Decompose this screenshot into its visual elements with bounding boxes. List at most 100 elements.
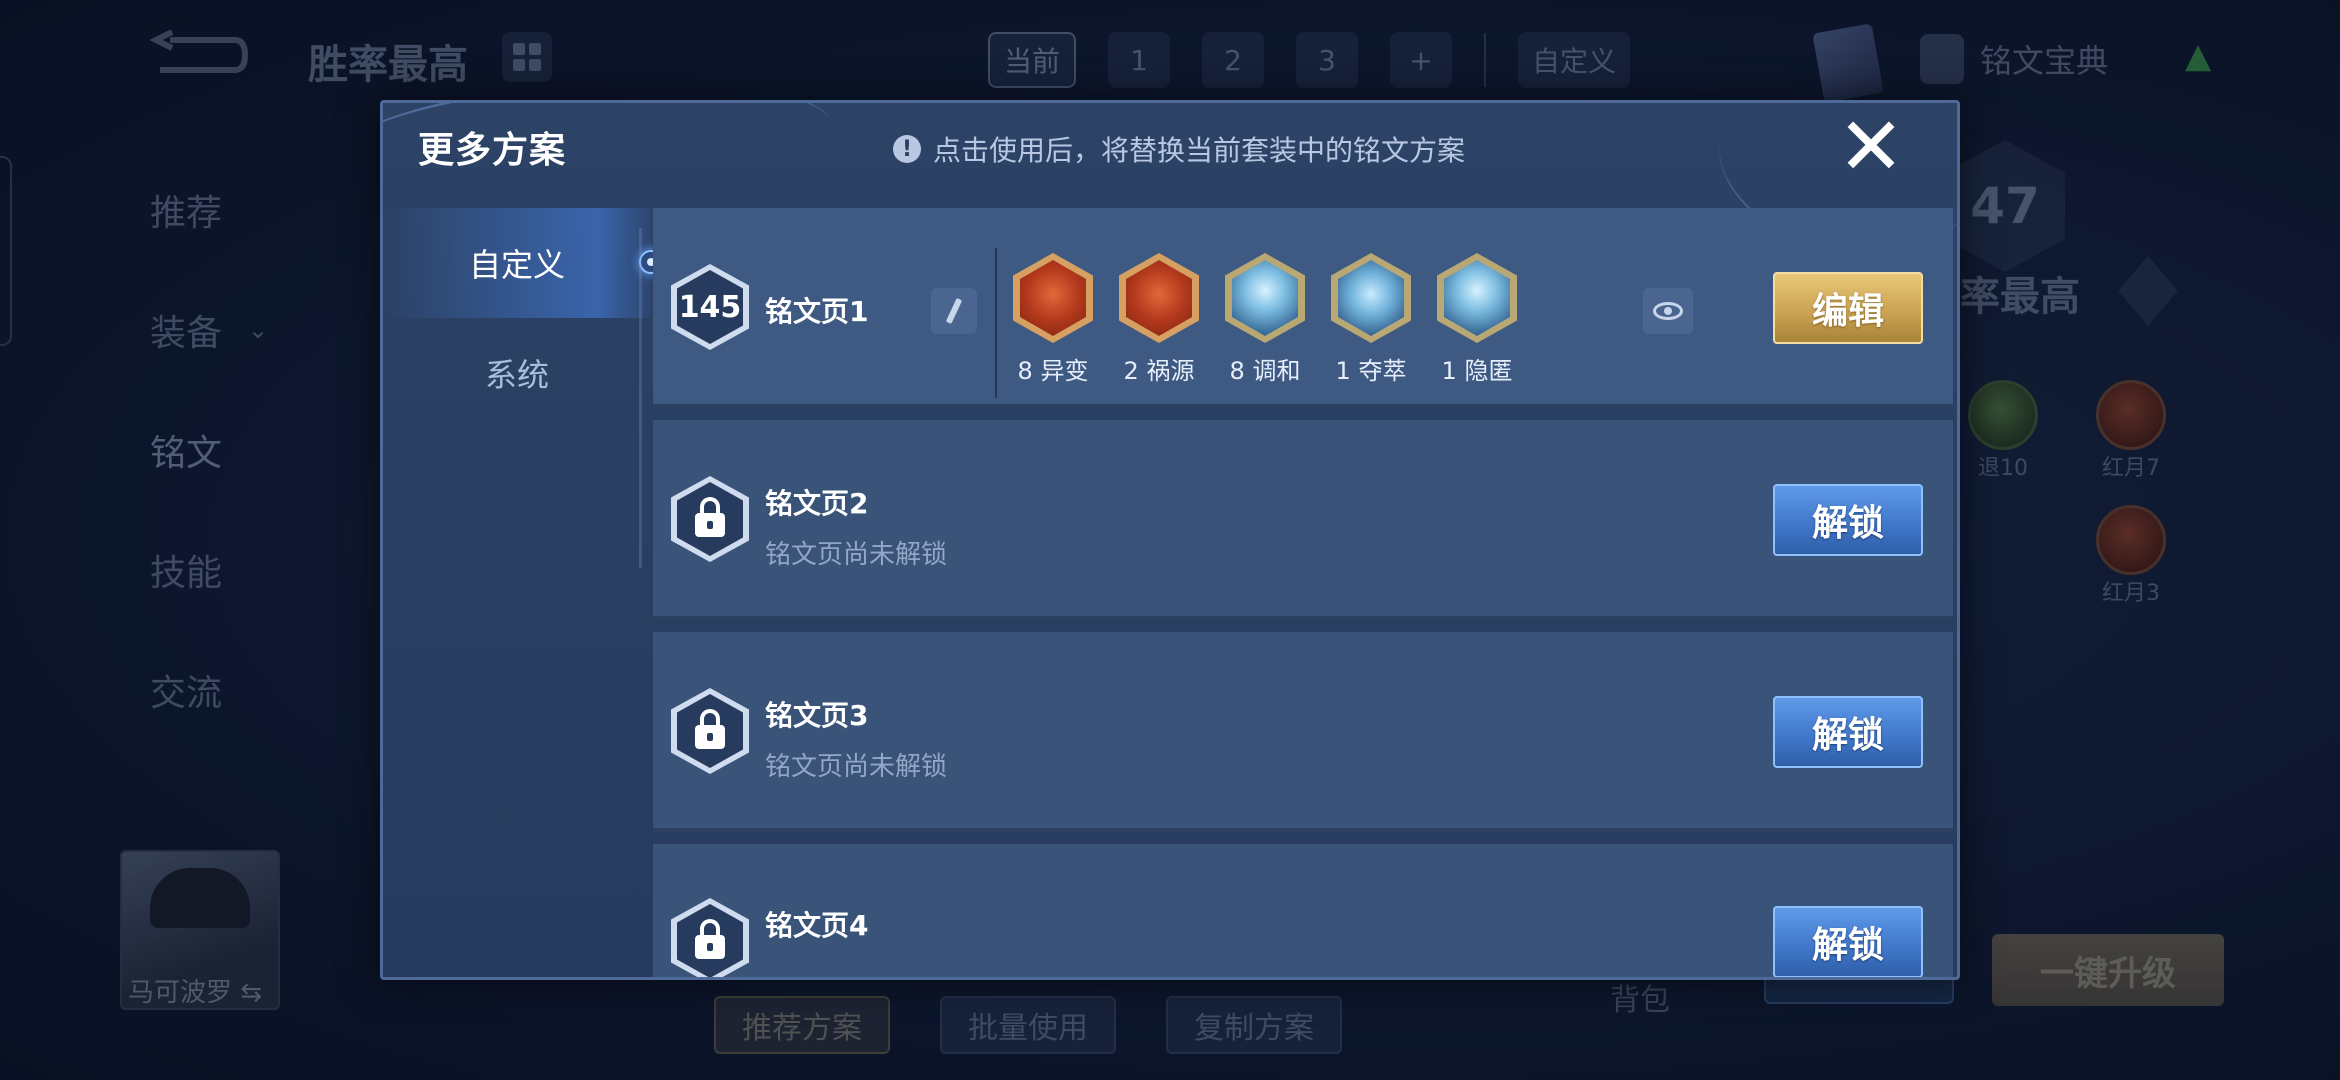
rename-button[interactable] — [931, 288, 977, 334]
nav-community[interactable]: 交流 — [150, 630, 350, 750]
bg-rune-label: 红月3 — [2102, 581, 2160, 606]
rune-page-name: 铭文页1 — [765, 295, 869, 328]
level-hex-badge: 145 — [671, 264, 749, 350]
back-arrow-icon[interactable] — [150, 30, 250, 80]
unlock-button[interactable]: 解锁 — [1773, 906, 1923, 977]
rune-item[interactable]: 1 隐匿 — [1437, 253, 1517, 386]
bg-rune-label: 退10 — [1978, 456, 2028, 481]
tab-rail — [639, 228, 642, 568]
rune-huoyuan-icon — [1119, 253, 1199, 343]
rune-icon — [2096, 505, 2166, 575]
rune-icon — [2096, 380, 2166, 450]
chevron-down-icon: ⌄ — [248, 316, 269, 344]
rune-page-name: 铭文页3 — [765, 699, 869, 732]
pencil-icon — [945, 297, 963, 325]
lock-icon — [695, 919, 725, 959]
rune-codex-button[interactable]: 铭文宝典 — [1920, 34, 2108, 84]
preview-button[interactable] — [1643, 288, 1693, 334]
rune-item[interactable]: 8 异变 — [1013, 253, 1093, 386]
rune-label: 8 异变 — [1017, 357, 1089, 385]
tab-system-plans[interactable]: 系统 — [383, 318, 651, 428]
left-edge-handle[interactable] — [0, 156, 12, 346]
lock-hex-badge — [671, 476, 749, 562]
tab-current[interactable]: 当前 — [988, 32, 1077, 88]
rune-page-row: 145 铭文页1 8 异变 2 祸源 8 调和 1 夺萃 1 隐匿 编辑 — [653, 208, 1953, 408]
rune-item[interactable]: 8 调和 — [1225, 253, 1305, 386]
level-badge: 47 — [1945, 140, 2065, 272]
nav-skills[interactable]: 技能 — [150, 510, 350, 630]
rune-label: 8 调和 — [1229, 357, 1301, 385]
side-nav: 推荐 装备 ⌄ 铭文 技能 交流 — [150, 150, 350, 750]
nav-runes[interactable]: 铭文 — [150, 390, 350, 510]
bg-rune-1[interactable]: 退10 — [1968, 380, 2038, 482]
one-click-upgrade-button[interactable]: 一键升级 — [1992, 934, 2224, 1006]
divider — [995, 248, 997, 398]
locked-status: 铭文页尚未解锁 — [765, 540, 948, 570]
tab-label: 自定义 — [468, 246, 565, 284]
more-plans-modal: 更多方案 ! 点击使用后，将替换当前套装中的铭文方案 ✕ 自定义 系统 145 … — [380, 100, 1960, 980]
menu-icon[interactable] — [2118, 256, 2178, 326]
rune-set-tabs: 当前 1 2 3 + 自定义 — [988, 30, 1631, 90]
grid-icon — [513, 43, 541, 71]
locked-status: 铭文页尚未解锁 — [765, 752, 948, 782]
tab-label: 系统 — [484, 356, 549, 394]
bottom-actions: 推荐方案 批量使用 复制方案 — [714, 996, 1342, 1054]
modal-title: 更多方案 — [418, 130, 567, 171]
rune-page-row: 铭文页3 铭文页尚未解锁 解锁 — [653, 632, 1953, 832]
tab-add[interactable]: + — [1390, 32, 1453, 88]
tab-set-1[interactable]: 1 — [1108, 32, 1171, 88]
card-icon[interactable] — [1812, 23, 1884, 103]
info-icon: ! — [893, 135, 921, 163]
unlock-button[interactable]: 解锁 — [1773, 696, 1923, 768]
tab-set-3[interactable]: 3 — [1296, 32, 1359, 88]
rune-yibian-icon — [1013, 253, 1093, 343]
edit-button[interactable]: 编辑 — [1773, 272, 1923, 344]
batch-use-button[interactable]: 批量使用 — [940, 996, 1116, 1054]
bg-rune-label: 红月7 — [2102, 456, 2160, 481]
codex-label: 铭文宝典 — [1980, 42, 2109, 80]
lock-icon — [695, 709, 725, 749]
rune-item[interactable]: 1 夺萃 — [1331, 253, 1411, 386]
grid-view-button[interactable] — [502, 32, 552, 82]
copy-plan-button[interactable]: 复制方案 — [1166, 996, 1342, 1054]
close-button[interactable]: ✕ — [1835, 107, 1907, 187]
rune-item[interactable]: 2 祸源 — [1119, 253, 1199, 386]
rune-page-name: 铭文页2 — [765, 487, 869, 520]
tab-custom[interactable]: 自定义 — [1518, 32, 1631, 88]
tab-divider — [1484, 33, 1487, 87]
eye-icon — [1653, 302, 1683, 320]
nav-equipment-label: 装备 — [150, 313, 223, 354]
rune-label: 1 隐匿 — [1441, 357, 1513, 385]
nav-recommend[interactable]: 推荐 — [150, 150, 350, 270]
rune-page-row: 铭文页4 解锁 — [653, 844, 1953, 977]
rune-label: 1 夺萃 — [1335, 357, 1407, 385]
close-icon: ✕ — [1837, 100, 1905, 193]
notice-text: 点击使用后，将替换当前套装中的铭文方案 — [933, 134, 1466, 167]
recommend-plan-button[interactable]: 推荐方案 — [714, 996, 890, 1054]
nav-equipment[interactable]: 装备 ⌄ — [150, 270, 350, 390]
lock-hex-badge — [671, 688, 749, 774]
rune-yinni-icon — [1437, 253, 1517, 343]
rune-summary: 8 异变 2 祸源 8 调和 1 夺萃 1 隐匿 — [1013, 253, 1517, 386]
right-title: 率最高 — [1960, 274, 2080, 320]
bg-rune-3[interactable]: 红月3 — [2096, 505, 2166, 607]
rune-page-name: 铭文页4 — [765, 909, 869, 942]
bg-page-title: 胜率最高 — [308, 42, 468, 88]
bag-label[interactable]: 背包 — [1610, 975, 1670, 1019]
codex-icon — [1920, 34, 1964, 84]
modal-notice: ! 点击使用后，将替换当前套装中的铭文方案 — [893, 129, 1465, 169]
hero-name[interactable]: 马可波罗 ⇆ — [128, 972, 262, 1009]
unlock-button[interactable]: 解锁 — [1773, 484, 1923, 556]
lock-icon — [695, 497, 725, 537]
tab-set-2[interactable]: 2 — [1202, 32, 1265, 88]
rune-tiaohe-icon — [1225, 253, 1305, 343]
bg-rune-2[interactable]: 红月7 — [2096, 380, 2166, 482]
wifi-icon: ▲ — [2185, 36, 2212, 76]
rune-duocui-icon — [1331, 253, 1411, 343]
rune-icon — [1968, 380, 2038, 450]
rune-label: 2 祸源 — [1123, 357, 1195, 385]
level-badge-value: 47 — [1970, 177, 2040, 235]
rune-page-row: 铭文页2 铭文页尚未解锁 解锁 — [653, 420, 1953, 620]
swap-icon: ⇆ — [240, 978, 263, 1008]
tab-custom-plans[interactable]: 自定义 — [383, 208, 663, 318]
